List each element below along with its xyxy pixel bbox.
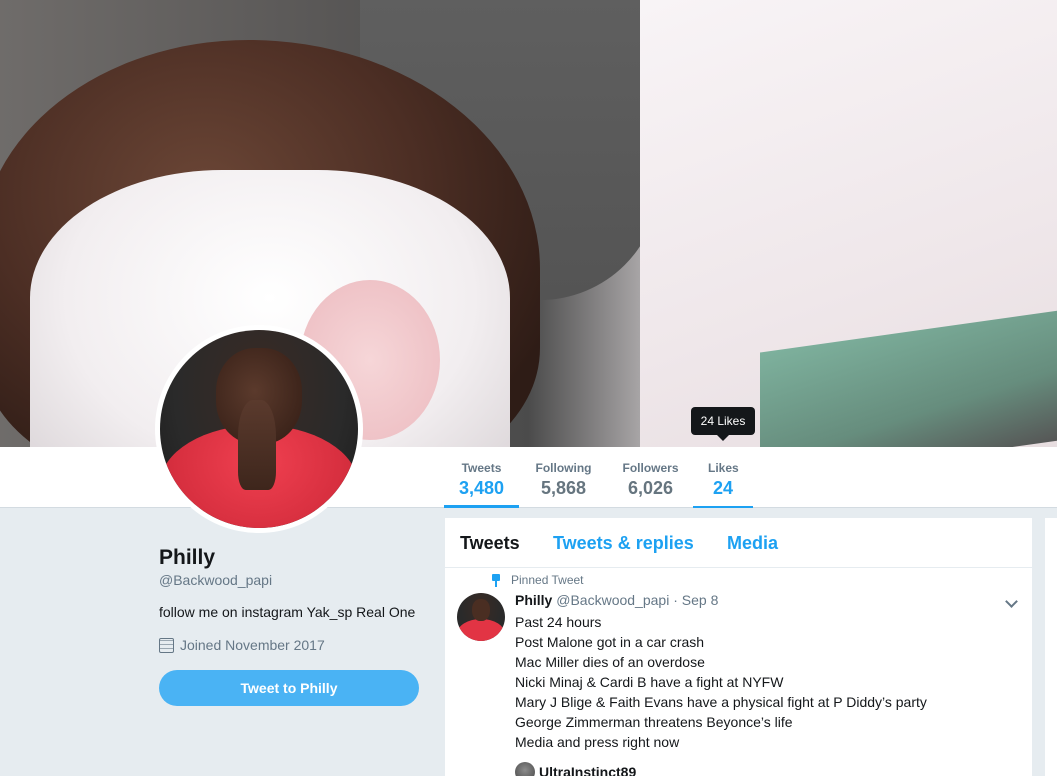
nav-likes-label: Likes — [708, 461, 739, 475]
tweet-to-button[interactable]: Tweet to Philly — [159, 670, 419, 706]
nav-likes[interactable]: Likes 24 — [693, 447, 753, 508]
profile-avatar[interactable] — [155, 325, 363, 533]
chevron-down-icon[interactable] — [1005, 595, 1018, 608]
tweet-line: Media and press right now — [515, 734, 680, 750]
profile-joined: Joined November 2017 — [159, 637, 325, 653]
tweet-line: Nicki Minaj & Cardi B have a fight at NY… — [515, 674, 784, 690]
tweet-line: Mac Miller dies of an overdose — [515, 654, 705, 670]
tab-media[interactable]: Media — [727, 533, 778, 554]
nav-followers-count: 6,026 — [627, 478, 674, 498]
profile-handle[interactable]: @Backwood_papi — [159, 572, 272, 588]
tab-tweets-replies[interactable]: Tweets & replies — [553, 533, 694, 554]
tweet-line: Mary J Blige & Faith Evans have a physic… — [515, 694, 927, 710]
nav-tweets[interactable]: Tweets 3,480 — [444, 447, 519, 508]
likes-tooltip: 24 Likes — [691, 407, 755, 441]
right-sidebar-edge — [1045, 518, 1057, 776]
tweet-line: George Zimmerman threatens Beyonce’s lif… — [515, 714, 793, 730]
tweet-line: Post Malone got in a car crash — [515, 634, 705, 650]
nav-following[interactable]: Following 5,868 — [520, 447, 607, 508]
pinned-label: Pinned Tweet — [511, 573, 584, 587]
nav-tweets-label: Tweets — [461, 461, 502, 475]
tweet-text: Past 24 hours Post Malone got in a car c… — [515, 612, 927, 752]
tweet-author-handle[interactable]: @Backwood_papi — [556, 592, 669, 608]
tweet-avatar[interactable] — [457, 593, 505, 641]
tweet-separator: · — [673, 592, 678, 608]
joined-date: Joined November 2017 — [180, 637, 325, 653]
timeline: Tweets Tweets & replies Media Pinned Twe… — [445, 518, 1032, 776]
nav-likes-count: 24 — [712, 478, 734, 498]
calendar-icon — [159, 637, 174, 653]
pin-icon — [491, 573, 501, 587]
nav-followers[interactable]: Followers 6,026 — [607, 447, 694, 508]
profile-name[interactable]: Philly — [159, 546, 215, 570]
profile-bio: follow me on instagram Yak_sp Real One — [159, 604, 416, 620]
nav-following-label: Following — [535, 461, 592, 475]
timeline-tabs: Tweets Tweets & replies Media — [445, 518, 1032, 568]
tweet-header: Philly @Backwood_papi · Sep 8 — [515, 592, 718, 608]
nav-followers-label: Followers — [622, 461, 679, 475]
tab-tweets[interactable]: Tweets — [460, 533, 520, 554]
tweet-date[interactable]: Sep 8 — [682, 592, 719, 608]
quoted-avatar — [515, 762, 535, 776]
tweet-line: Past 24 hours — [515, 614, 602, 630]
quoted-tweet-author[interactable]: UltraInstinct89 — [515, 762, 636, 776]
nav-following-count: 5,868 — [540, 478, 587, 498]
quoted-username: UltraInstinct89 — [539, 764, 637, 776]
tweet-author-name[interactable]: Philly — [515, 592, 552, 608]
header-photo — [0, 0, 1057, 447]
pinned-indicator: Pinned Tweet — [491, 573, 584, 587]
nav-tweets-count: 3,480 — [459, 478, 505, 498]
